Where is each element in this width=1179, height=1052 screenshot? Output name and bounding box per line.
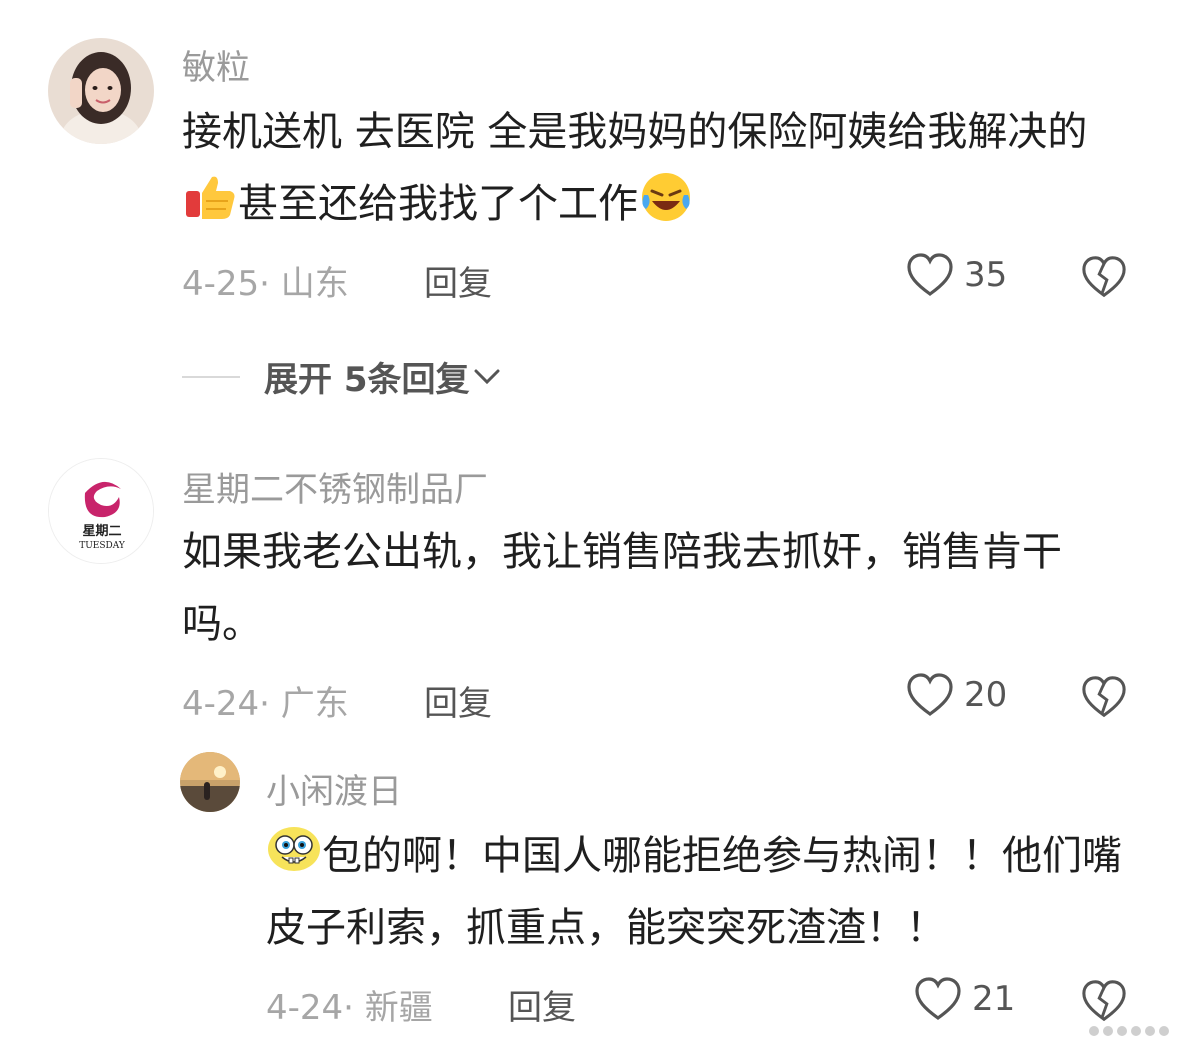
comment-text-part: 接机送机 去医院 全是我妈妈的保险阿姨给我解决的 [182, 109, 1088, 155]
watermark-dot [1103, 1026, 1113, 1036]
watermark-dot [1145, 1026, 1155, 1036]
comment-text: 包的啊！中国人哪能拒绝参与热闹！！他们嘴皮子利索，抓重点，能突突死渣渣！！ [266, 820, 1136, 964]
avatar-text: 星期二 [82, 524, 121, 539]
comment-text: 如果我老公出轨，我让销售陪我去抓奸，销售肯干吗。 [182, 529, 1062, 647]
like-count: 20 [964, 675, 1008, 715]
watermark-dot [1159, 1026, 1169, 1036]
reply-button[interactable]: 回复 [424, 676, 492, 725]
date-location: 4-24· 新疆 [266, 988, 433, 1028]
watermark-dot [1089, 1026, 1099, 1036]
thumbs-up-icon [186, 176, 235, 219]
watermark-dots [1089, 1026, 1169, 1036]
date-location: 4-25· 山东 [182, 264, 349, 304]
broken-heart-icon[interactable] [1081, 254, 1127, 300]
expand-replies-label: 展开 5条回复 [264, 360, 470, 400]
comment-text-part: 包的啊！中国人哪能拒绝参与热闹！！他们嘴皮子利索，抓重点，能突突死渣渣！！ [266, 833, 1122, 951]
avatar-text: TUESDAY [79, 541, 126, 551]
username[interactable]: 小闲渡日 [266, 764, 402, 813]
broken-heart-icon[interactable] [1081, 674, 1127, 720]
like-count: 21 [972, 979, 1016, 1019]
comment-text-part: 甚至还给我找了个工作 [238, 181, 638, 227]
reply-button[interactable]: 回复 [424, 256, 492, 305]
comment-page: 敏粒 接机送机 去医院 全是我妈妈的保险阿姨给我解决的甚至还给我找了个工作 4-… [0, 0, 1179, 1052]
like-button[interactable]: 35 [906, 252, 1007, 298]
watermark-dot [1117, 1026, 1127, 1036]
username[interactable]: 敏粒 [182, 40, 250, 89]
divider [182, 375, 240, 378]
date-location: 4-24· 广东 [182, 684, 349, 724]
watermark-dot [1131, 1026, 1141, 1036]
username[interactable]: 星期二不锈钢制品厂 [182, 462, 488, 511]
avatar[interactable]: 星期二 TUESDAY [48, 458, 154, 564]
comment-text: 接机送机 去医院 全是我妈妈的保险阿姨给我解决的甚至还给我找了个工作 [182, 96, 1142, 240]
avatar[interactable] [48, 38, 154, 144]
laughing-crying-icon [642, 173, 690, 221]
broken-heart-icon[interactable] [1081, 978, 1127, 1024]
like-button[interactable]: 21 [914, 976, 1015, 1022]
heart-icon [915, 977, 961, 1020]
heart-icon [907, 673, 953, 716]
avatar[interactable] [180, 752, 240, 812]
heart-icon [907, 253, 953, 296]
like-count: 35 [964, 255, 1008, 295]
like-button[interactable]: 20 [906, 672, 1007, 718]
reply-button[interactable]: 回复 [508, 980, 576, 1029]
chevron-down-icon [474, 369, 499, 384]
spongebob-icon [268, 827, 320, 871]
expand-replies-button[interactable]: 展开 5条回复 [182, 352, 504, 401]
